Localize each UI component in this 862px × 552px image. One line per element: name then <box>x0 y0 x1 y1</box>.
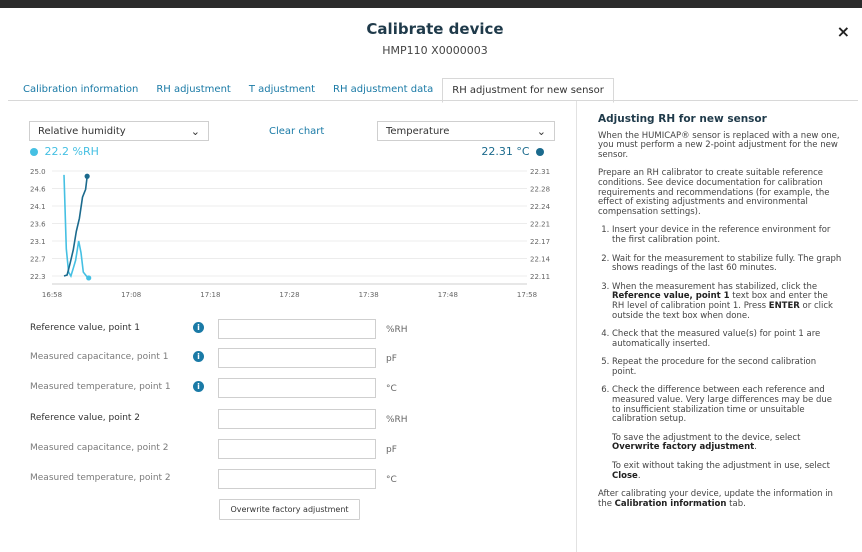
unit-label: pF <box>386 354 397 364</box>
unit-label: %RH <box>386 325 408 335</box>
info-icon[interactable]: i <box>193 381 204 392</box>
unit-label: °C <box>386 384 397 394</box>
y-right-tick-label: 22.28 <box>530 186 550 194</box>
form-row-reference-point-1: Reference value, point 1 i %RH <box>30 319 510 339</box>
field-label: Reference value, point 2 <box>30 413 141 423</box>
info-icon[interactable]: i <box>193 351 204 362</box>
help-step: Insert your device in the reference envi… <box>612 225 842 245</box>
help-intro-1: When the HUMICAP® sensor is replaced wit… <box>598 130 840 160</box>
info-icon[interactable]: i <box>193 322 204 333</box>
measured-capacitance-point-1-input[interactable] <box>218 348 376 368</box>
help-step: Wait for the measurement to stabilize fu… <box>612 254 842 274</box>
form-row-temperature-point-1: Measured temperature, point 1 i °C <box>30 378 510 398</box>
reference-value-point-2-input[interactable] <box>218 409 376 429</box>
x-tick-label: 17:28 <box>279 291 299 299</box>
help-step: Check that the measured value(s) for poi… <box>612 329 842 349</box>
unit-label: %RH <box>386 415 408 425</box>
y-right-tick-label: 22.14 <box>530 256 551 264</box>
y-left-tick-label: 24.6 <box>30 186 46 194</box>
rh-series-end-point <box>86 275 92 281</box>
field-label: Measured capacitance, point 2 <box>30 443 169 453</box>
help-outro: After calibrating your device, update th… <box>598 489 833 509</box>
help-title: Adjusting RH for new sensor <box>598 113 767 125</box>
y-right-tick-label: 22.11 <box>530 273 550 281</box>
field-label: Measured capacitance, point 1 <box>30 352 169 362</box>
x-tick-label: 17:48 <box>438 291 458 299</box>
x-tick-label: 16:58 <box>42 291 62 299</box>
y-left-tick-label: 23.6 <box>30 221 46 229</box>
x-tick-label: 17:18 <box>200 291 220 299</box>
measured-temperature-point-1-input[interactable] <box>218 378 376 398</box>
y-right-tick-label: 22.17 <box>530 238 550 246</box>
form-row-reference-point-2: Reference value, point 2 %RH <box>30 409 510 429</box>
y-left-tick-label: 24.1 <box>30 203 46 211</box>
field-label: Measured temperature, point 1 <box>30 382 171 392</box>
measured-temperature-point-2-input[interactable] <box>218 469 376 489</box>
y-right-tick-label: 22.24 <box>530 203 551 211</box>
x-tick-label: 17:38 <box>359 291 379 299</box>
help-step: Repeat the procedure for the second cali… <box>612 357 842 377</box>
help-intro-2: Prepare an RH calibrator to create suita… <box>598 168 830 217</box>
y-left-tick-label: 25.0 <box>30 168 46 176</box>
form-row-temperature-point-2: Measured temperature, point 2 °C <box>30 469 510 489</box>
form-row-capacitance-point-2: Measured capacitance, point 2 pF <box>30 439 510 459</box>
y-left-tick-label: 23.1 <box>30 238 46 246</box>
overwrite-factory-adjustment-button[interactable]: Overwrite factory adjustment <box>219 499 360 520</box>
reference-value-point-1-input[interactable] <box>218 319 376 339</box>
y-right-tick-label: 22.21 <box>530 221 550 229</box>
temperature-series-end-point <box>84 173 90 179</box>
y-right-tick-label: 22.31 <box>530 168 550 176</box>
form-row-capacitance-point-1: Measured capacitance, point 1 i pF <box>30 348 510 368</box>
measured-capacitance-point-2-input[interactable] <box>218 439 376 459</box>
unit-label: °C <box>386 475 397 485</box>
field-label: Measured temperature, point 2 <box>30 473 171 483</box>
x-tick-label: 17:58 <box>517 291 537 299</box>
y-left-tick-label: 22.7 <box>30 256 46 264</box>
y-left-tick-label: 22.3 <box>30 273 46 281</box>
help-save-note: To save the adjustment to the device, se… <box>612 432 801 453</box>
help-step: When the measurement has stabilized, cli… <box>612 282 842 321</box>
help-step: Check the difference between each refere… <box>612 386 842 481</box>
help-steps: Insert your device in the reference envi… <box>598 225 842 481</box>
unit-label: pF <box>386 445 397 455</box>
help-panel: Adjusting RH for new sensor When the HUM… <box>598 113 842 518</box>
help-exit-note: To exit without taking the adjustment in… <box>612 461 830 481</box>
field-label: Reference value, point 1 <box>30 323 141 333</box>
x-tick-label: 17:08 <box>121 291 141 299</box>
